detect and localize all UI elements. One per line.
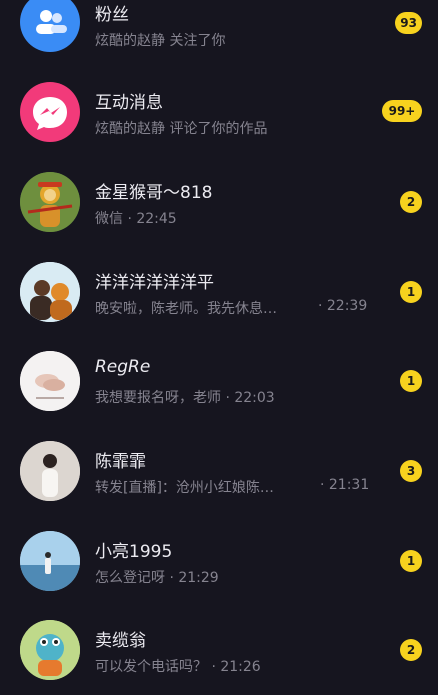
woman-avatar [20, 441, 80, 501]
item-title: 小亮1995 [95, 542, 173, 562]
list-item-chat[interactable]: 陈霏霏 转发[直播]：沧州小红娘陈… · 21:31 3 [0, 426, 438, 516]
item-subtitle: 微信 · 22:45 [95, 211, 177, 227]
lightning-chat-icon [33, 97, 67, 130]
item-subtitle: 我想要报名呀，老师 · 22:03 [95, 390, 275, 406]
unread-badge: 1 [400, 550, 422, 572]
unread-badge: 93 [395, 12, 422, 34]
avatar [20, 262, 80, 322]
interaction-avatar [20, 82, 80, 142]
list-item-chat[interactable]: RegRe 我想要报名呀，老师 · 22:03 1 [0, 336, 438, 426]
avatar [20, 351, 80, 411]
item-subtitle: 炫酷的赵静 评论了你的作品 [95, 121, 268, 137]
item-subtitle: 转发[直播]：沧州小红娘陈… [95, 480, 274, 496]
item-time: · 22:39 [318, 298, 368, 314]
unread-badge: 2 [400, 639, 422, 661]
item-title: 陈霏霏 [95, 452, 146, 472]
avatar [20, 172, 80, 232]
list-item-interactions[interactable]: 互动消息 炫酷的赵静 评论了你的作品 99+ [0, 68, 438, 158]
item-title: RegRe [95, 357, 151, 377]
item-title: 金星猴哥～818 [95, 183, 213, 203]
unread-badge: 99+ [382, 100, 422, 122]
list-item-chat[interactable]: 洋洋洋洋洋洋平 晚安啦，陈老师。我先休息… · 22:39 1 [0, 247, 438, 337]
fans-avatar [20, 0, 80, 52]
avatar [20, 531, 80, 591]
item-time: · 21:31 [320, 477, 370, 493]
monkey-king-avatar [20, 172, 80, 232]
item-subtitle: 炫酷的赵静 关注了你 [95, 33, 226, 49]
list-item-chat[interactable]: 小亮1995 怎么登记呀 · 21:29 1 [0, 516, 438, 606]
item-title: 洋洋洋洋洋洋平 [95, 273, 214, 293]
couple-avatar [20, 262, 80, 322]
hands-avatar [20, 351, 80, 411]
item-title: 粉丝 [95, 5, 129, 25]
avatar [20, 620, 80, 680]
message-list: 粉丝 炫酷的赵静 关注了你 93 互动消息 炫酷的赵静 评论了你的作品 99+ [0, 0, 438, 688]
unread-badge: 1 [400, 281, 422, 303]
avatar [20, 441, 80, 501]
item-subtitle: 晚安啦，陈老师。我先休息… [95, 301, 277, 317]
item-title: 卖缆翁 [95, 631, 146, 651]
unread-badge: 2 [400, 191, 422, 213]
beach-avatar [20, 531, 80, 591]
list-item-fans[interactable]: 粉丝 炫酷的赵静 关注了你 93 [0, 0, 438, 68]
item-subtitle: 怎么登记呀 · 21:29 [95, 570, 219, 586]
cartoon-avatar [20, 620, 80, 680]
people-icon [36, 10, 67, 34]
list-item-chat[interactable]: 金星猴哥～818 微信 · 22:45 2 [0, 157, 438, 247]
item-title: 互动消息 [95, 93, 163, 113]
item-subtitle: 可以发个电话吗？ · 21:26 [95, 659, 261, 675]
unread-badge: 1 [400, 370, 422, 392]
unread-badge: 3 [400, 460, 422, 482]
list-item-chat[interactable]: 卖缆翁 可以发个电话吗？ · 21:26 2 [0, 605, 438, 695]
